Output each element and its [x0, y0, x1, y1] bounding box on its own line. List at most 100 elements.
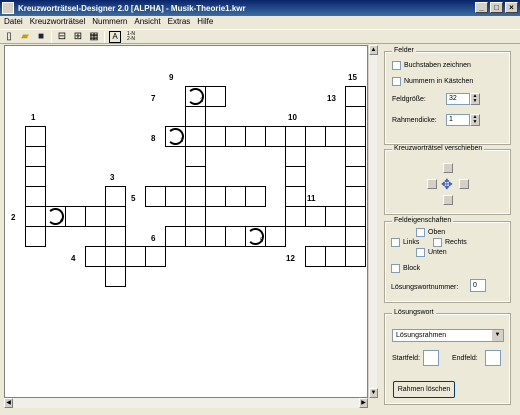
crossword-cell[interactable]: [265, 226, 286, 247]
block-checkbox[interactable]: [391, 264, 400, 273]
open-icon[interactable]: ▰: [19, 31, 31, 43]
grid-icon[interactable]: ▦: [88, 31, 100, 43]
endfeld-field[interactable]: [485, 350, 501, 366]
insert-column-icon[interactable]: ⊞: [72, 31, 84, 43]
crossword-cell[interactable]: [325, 126, 346, 147]
crossword-cell[interactable]: [165, 186, 186, 207]
crossword-cell[interactable]: [265, 126, 286, 147]
oben-checkbox[interactable]: [416, 228, 425, 237]
horizontal-scrollbar[interactable]: ◀ ▶: [4, 398, 368, 408]
vertical-scrollbar[interactable]: ▲ ▼: [368, 45, 378, 398]
crossword-cell[interactable]: [345, 166, 366, 187]
crossword-cell[interactable]: [285, 186, 306, 207]
crossword-cell[interactable]: [305, 246, 326, 267]
crossword-cell[interactable]: [105, 266, 126, 287]
crossword-cell[interactable]: [185, 186, 206, 207]
crossword-cell[interactable]: [205, 226, 226, 247]
crossword-cell[interactable]: [105, 246, 126, 267]
close-button[interactable]: ×: [505, 2, 518, 13]
nummern-checkbox[interactable]: [392, 77, 401, 86]
crossword-cell[interactable]: [305, 126, 326, 147]
crossword-cell[interactable]: [145, 246, 166, 267]
crossword-cell[interactable]: [125, 246, 146, 267]
crossword-cell[interactable]: [345, 86, 366, 107]
menu-extras[interactable]: Extras: [168, 16, 191, 28]
chevron-down-icon[interactable]: ▼: [492, 330, 503, 341]
crossword-cell[interactable]: [325, 206, 346, 227]
crossword-cell[interactable]: [225, 126, 246, 147]
crossword-cell[interactable]: [345, 146, 366, 167]
unten-checkbox[interactable]: [416, 248, 425, 257]
crossword-cell[interactable]: [225, 186, 246, 207]
crossword-cell[interactable]: [285, 126, 306, 147]
crossword-cell[interactable]: [345, 126, 366, 147]
menu-datei[interactable]: Datei: [4, 16, 23, 28]
crossword-cell[interactable]: [345, 206, 366, 227]
crossword-cell[interactable]: [25, 206, 46, 227]
crossword-cell[interactable]: [165, 226, 186, 247]
startfeld-field[interactable]: [423, 350, 439, 366]
scroll-right-button[interactable]: ▶: [359, 398, 368, 408]
minimize-button[interactable]: _: [475, 2, 488, 13]
insert-row-icon[interactable]: ⊟: [56, 31, 68, 43]
menu-nummern[interactable]: Nummern: [92, 16, 127, 28]
crossword-cell[interactable]: [185, 226, 206, 247]
scroll-down-button[interactable]: ▼: [369, 388, 378, 398]
feldgroesse-spinner[interactable]: 32 ▲ ▼: [446, 93, 480, 105]
maximize-button[interactable]: □: [490, 2, 503, 13]
loesungswort-nummer-field[interactable]: 0: [470, 279, 486, 292]
crossword-cell[interactable]: [25, 166, 46, 187]
crossword-cell[interactable]: [245, 186, 266, 207]
move-down-button[interactable]: [443, 195, 453, 205]
scroll-up-button[interactable]: ▲: [369, 45, 378, 55]
buchstaben-checkbox[interactable]: [392, 61, 401, 70]
crossword-cell[interactable]: [205, 126, 226, 147]
crossword-cell[interactable]: [285, 146, 306, 167]
save-icon[interactable]: ■: [35, 31, 47, 43]
crossword-cell[interactable]: [345, 106, 366, 127]
spinner-arrows[interactable]: ▲ ▼: [470, 114, 480, 126]
crossword-cell[interactable]: [285, 166, 306, 187]
new-icon[interactable]: ▯: [3, 31, 15, 43]
crossword-cell[interactable]: [285, 206, 306, 227]
crossword-canvas[interactable]: 1 2 3 4 5 6 7 8 9 10 11 12 13 15 2 1 4 5: [4, 45, 368, 398]
feldgroesse-value[interactable]: 32: [446, 93, 470, 105]
crossword-cell[interactable]: [345, 186, 366, 207]
crossword-cell[interactable]: [145, 186, 166, 207]
crossword-cell[interactable]: [185, 166, 206, 187]
crossword-cell[interactable]: [105, 206, 126, 227]
crossword-cell[interactable]: [25, 186, 46, 207]
crossword-cell[interactable]: [25, 146, 46, 167]
crossword-cell[interactable]: [205, 186, 226, 207]
crossword-cell[interactable]: [85, 246, 106, 267]
crossword-cell[interactable]: [85, 206, 106, 227]
move-right-button[interactable]: [459, 179, 469, 189]
loesungswort-select[interactable]: Lösungsrahmen ▼: [392, 329, 504, 342]
menu-kreuzwortraetsel[interactable]: Kreuzworträtsel: [30, 16, 86, 28]
menu-hilfe[interactable]: Hilfe: [197, 16, 213, 28]
crossword-cell[interactable]: [185, 146, 206, 167]
crossword-cell[interactable]: [105, 226, 126, 247]
crossword-cell[interactable]: [185, 106, 206, 127]
rechts-checkbox[interactable]: [433, 238, 442, 247]
crossword-cell[interactable]: [205, 86, 226, 107]
spinner-arrows[interactable]: ▲ ▼: [470, 93, 480, 105]
crossword-cell[interactable]: [345, 226, 366, 247]
scroll-left-button[interactable]: ◀: [4, 398, 13, 408]
rahmen-loeschen-button[interactable]: Rahmen löschen: [393, 381, 455, 398]
crossword-cell[interactable]: [185, 126, 206, 147]
crossword-cell[interactable]: [25, 126, 46, 147]
move-left-button[interactable]: [427, 179, 437, 189]
crossword-cell[interactable]: [325, 246, 346, 267]
crossword-cell[interactable]: [305, 206, 326, 227]
numbering-icon[interactable]: 1-N 2-N: [125, 31, 137, 43]
crossword-cell[interactable]: [25, 226, 46, 247]
rahmendicke-value[interactable]: 1: [446, 114, 470, 126]
crossword-cell[interactable]: [185, 206, 206, 227]
links-checkbox[interactable]: [391, 238, 400, 247]
move-up-button[interactable]: [443, 163, 453, 173]
text-icon[interactable]: A: [109, 30, 121, 43]
crossword-cell[interactable]: [225, 226, 246, 247]
rahmendicke-spinner[interactable]: 1 ▲ ▼: [446, 114, 480, 126]
menu-ansicht[interactable]: Ansicht: [134, 16, 160, 28]
